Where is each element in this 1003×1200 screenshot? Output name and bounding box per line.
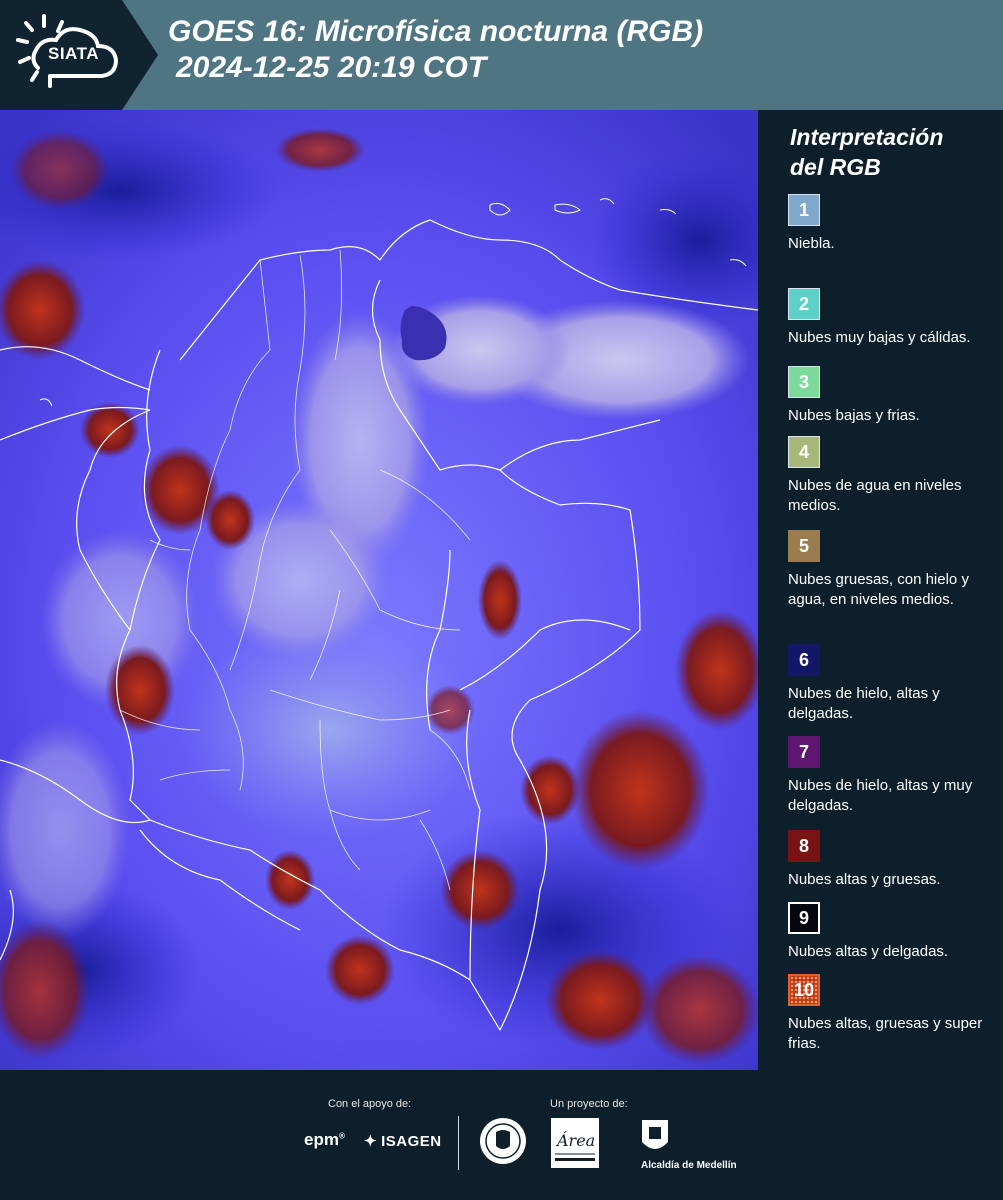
legend-swatch: 9 bbox=[788, 902, 820, 934]
legend-swatch: 5 bbox=[788, 530, 820, 562]
legend-item: 5 Nubes gruesas, con hielo y agua, en niv… bbox=[788, 530, 998, 610]
title-datetime: 2024-12-25 20:19 COT bbox=[176, 51, 487, 84]
siata-logo[interactable]: SIATA bbox=[0, 0, 158, 110]
area-logo-text: Área bbox=[555, 1130, 595, 1150]
support-label: Con el apoyo de: bbox=[328, 1098, 412, 1110]
legend-swatch: 1 bbox=[788, 194, 820, 226]
legend-swatch: 3 bbox=[788, 366, 820, 398]
footer-divider bbox=[458, 1116, 459, 1170]
epm-logo[interactable]: epm® bbox=[304, 1130, 345, 1150]
footer: Con el apoyo de: Un proyecto de: epm® ✦ I… bbox=[0, 1070, 1003, 1200]
project-label: Un proyecto de: bbox=[550, 1098, 628, 1110]
legend-item: 3 Nubes bajas y frias. bbox=[788, 366, 998, 426]
legend-item: 9 Nubes altas y delgadas. bbox=[788, 902, 998, 962]
legend-label: Nubes gruesas, con hielo y agua, en nive… bbox=[788, 571, 969, 608]
legend-swatch: 8 bbox=[788, 830, 820, 862]
legend-title-line1: Interpretación bbox=[790, 124, 944, 150]
legend-swatch: 4 bbox=[788, 436, 820, 468]
legend-item: 7 Nubes de hielo, altas y muy delgadas. bbox=[788, 736, 998, 816]
legend-panel: Interpretación del RGB 1 Niebla. 2 Nubes mu… bbox=[760, 110, 1003, 1070]
satellite-image[interactable] bbox=[0, 110, 758, 1070]
legend-label: Nubes altas, gruesas y super frias. bbox=[788, 1015, 983, 1052]
isagen-logo-text: ISAGEN bbox=[381, 1133, 442, 1150]
area-metropolitana-logo[interactable]: Área bbox=[551, 1118, 599, 1168]
legend-swatch: 10 bbox=[788, 974, 820, 1006]
alcaldia-label: Alcaldía de Medellín bbox=[641, 1160, 737, 1171]
legend-swatch: 7 bbox=[788, 736, 820, 768]
legend-swatch: 6 bbox=[788, 644, 820, 676]
legend-item: 2 Nubes muy bajas y cálidas. bbox=[788, 288, 998, 348]
legend-item: 10 Nubes altas, gruesas y super frias. bbox=[788, 974, 998, 1054]
legend-item: 6 Nubes de hielo, altas y delgadas. bbox=[788, 644, 998, 724]
university-seal-icon[interactable] bbox=[478, 1116, 528, 1166]
page-title: GOES 16: Microfísica nocturna (RGB) 2024… bbox=[168, 14, 703, 86]
legend-item: 1 Niebla. bbox=[788, 194, 998, 254]
title-product: GOES 16: Microfísica nocturna (RGB) bbox=[168, 15, 704, 48]
legend-title: Interpretación del RGB bbox=[790, 122, 990, 182]
legend-label: Niebla. bbox=[788, 235, 835, 252]
legend-label: Nubes de agua en niveles medios. bbox=[788, 477, 962, 514]
legend-label: Nubes muy bajas y cálidas. bbox=[788, 329, 971, 346]
legend-title-line2: del RGB bbox=[790, 154, 881, 180]
isagen-star-icon: ✦ bbox=[364, 1133, 378, 1150]
legend-swatch: 2 bbox=[788, 288, 820, 320]
header-bar: SIATA GOES 16: Microfísica nocturna (RGB… bbox=[0, 0, 1003, 110]
legend-label: Nubes de hielo, altas y delgadas. bbox=[788, 685, 940, 722]
alcaldia-shield-icon[interactable] bbox=[640, 1118, 670, 1156]
rgb-satellite-map bbox=[0, 110, 758, 1070]
legend-label: Nubes altas y delgadas. bbox=[788, 943, 949, 960]
legend-label: Nubes de hielo, altas y muy delgadas. bbox=[788, 777, 973, 814]
legend-item: 4 Nubes de agua en niveles medios. bbox=[788, 436, 998, 516]
legend-label: Nubes bajas y frias. bbox=[788, 407, 920, 424]
legend-label: Nubes altas y gruesas. bbox=[788, 871, 941, 888]
isagen-logo[interactable]: ✦ ISAGEN bbox=[364, 1132, 442, 1150]
legend-item: 8 Nubes altas y gruesas. bbox=[788, 830, 998, 890]
siata-logo-text: SIATA bbox=[48, 44, 99, 63]
epm-logo-text: epm bbox=[304, 1130, 339, 1149]
